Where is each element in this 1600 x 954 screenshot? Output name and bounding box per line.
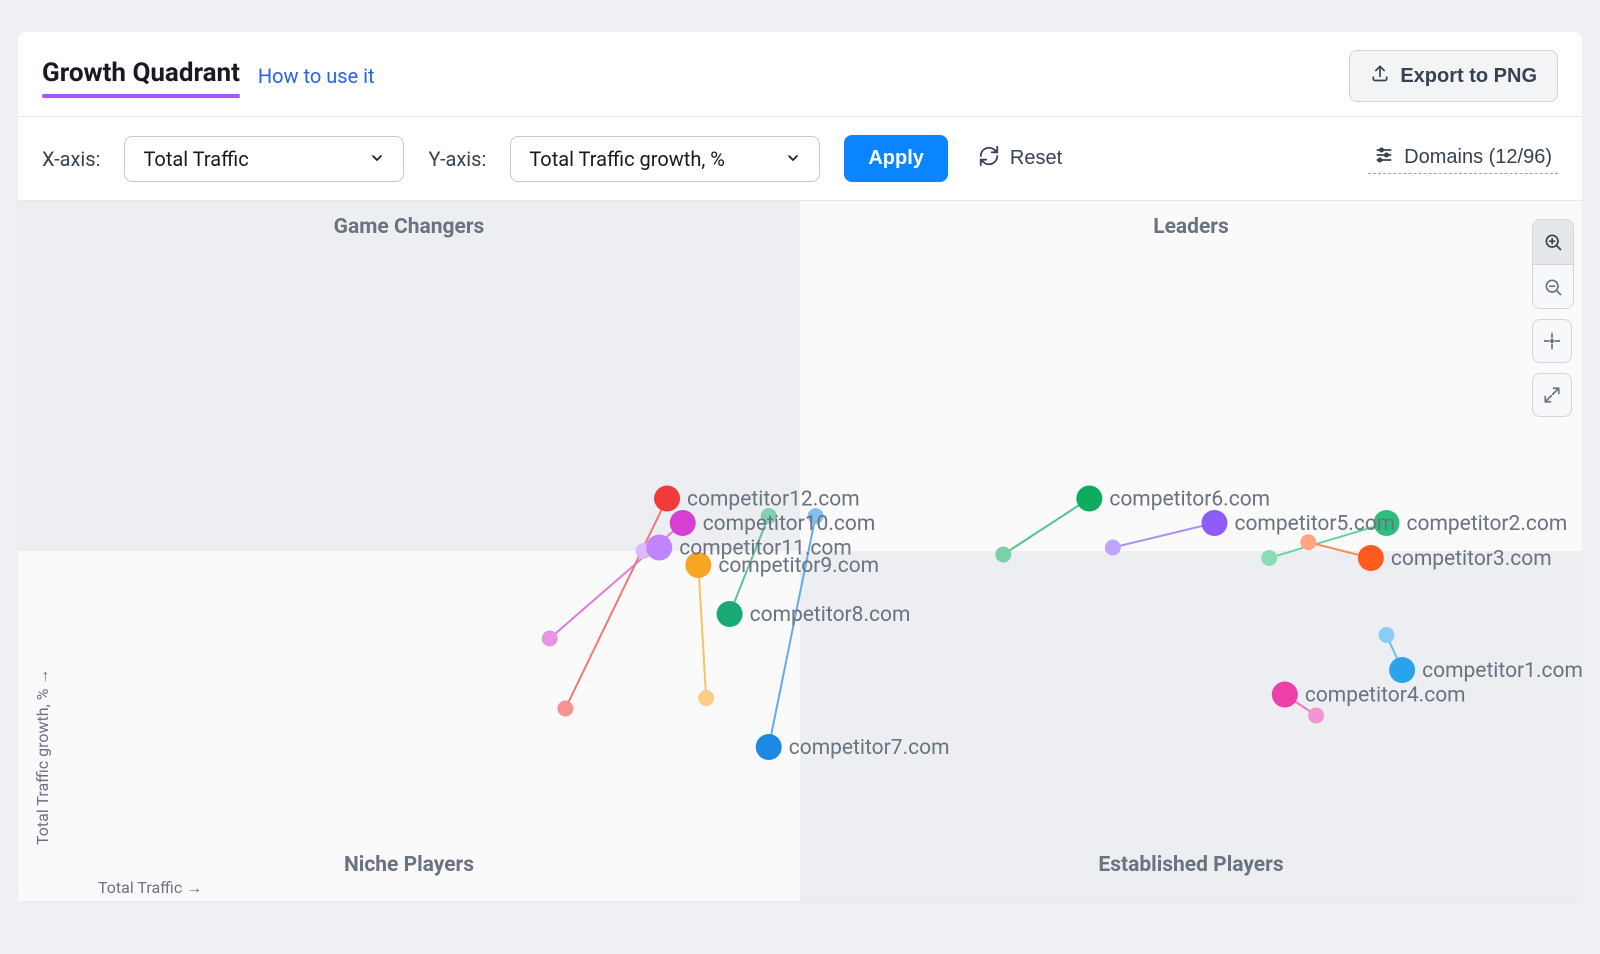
chevron-down-icon <box>785 147 801 171</box>
reset-button[interactable]: Reset <box>972 144 1068 174</box>
svg-text:competitor4.com: competitor4.com <box>1305 684 1466 708</box>
sliders-icon <box>1374 145 1394 171</box>
panel-title: Growth Quadrant <box>42 58 240 94</box>
domains-label: Domains (12/96) <box>1404 146 1552 169</box>
svg-text:competitor12.com: competitor12.com <box>687 488 860 512</box>
fullscreen-button[interactable] <box>1532 373 1572 417</box>
growth-quadrant-panel: Growth Quadrant How to use it Export to … <box>18 32 1582 901</box>
export-png-button[interactable]: Export to PNG <box>1349 50 1558 102</box>
svg-text:Total Traffic growth, % →: Total Traffic growth, % → <box>33 669 52 845</box>
y-axis-value: Total Traffic growth, % <box>529 147 725 171</box>
zoom-in-button[interactable] <box>1533 220 1573 264</box>
domains-filter-button[interactable]: Domains (12/96) <box>1368 144 1558 174</box>
y-axis-select[interactable]: Total Traffic growth, % <box>510 136 820 182</box>
y-axis-label: Y-axis: <box>428 147 486 171</box>
svg-text:competitor10.com: competitor10.com <box>703 512 876 536</box>
svg-text:Established Players: Established Players <box>1098 853 1283 877</box>
svg-text:competitor6.com: competitor6.com <box>1109 488 1270 512</box>
quadrant-chart[interactable]: Game Changers Leaders Niche Players Establi… <box>18 201 1582 901</box>
chevron-down-icon <box>369 147 385 171</box>
svg-text:competitor5.com: competitor5.com <box>1234 512 1395 536</box>
apply-button[interactable]: Apply <box>844 135 948 182</box>
svg-text:competitor8.com: competitor8.com <box>750 603 911 627</box>
svg-text:Game Changers: Game Changers <box>334 215 485 239</box>
svg-text:competitor1.com: competitor1.com <box>1422 659 1582 683</box>
x-axis-select[interactable]: Total Traffic <box>124 136 404 182</box>
svg-text:competitor2.com: competitor2.com <box>1407 512 1568 536</box>
controls-bar: X-axis: Total Traffic Y-axis: Total Traf… <box>18 117 1582 201</box>
upload-icon <box>1370 63 1390 89</box>
reset-label: Reset <box>1010 147 1062 170</box>
svg-text:competitor3.com: competitor3.com <box>1391 547 1552 571</box>
export-label: Export to PNG <box>1400 65 1537 88</box>
svg-text:Total Traffic →: Total Traffic → <box>98 878 202 897</box>
zoom-out-button[interactable] <box>1533 264 1573 308</box>
svg-text:Niche Players: Niche Players <box>344 853 474 877</box>
svg-text:Leaders: Leaders <box>1153 215 1229 239</box>
refresh-icon <box>978 145 1000 173</box>
chart-zoom-controls <box>1532 219 1574 417</box>
svg-text:competitor7.com: competitor7.com <box>789 736 950 760</box>
panel-header: Growth Quadrant How to use it Export to … <box>18 32 1582 117</box>
how-to-use-link[interactable]: How to use it <box>258 64 375 88</box>
x-axis-value: Total Traffic <box>143 147 248 171</box>
x-axis-label: X-axis: <box>42 147 100 171</box>
svg-text:competitor11.com: competitor11.com <box>679 537 852 561</box>
recenter-button[interactable] <box>1532 319 1572 363</box>
